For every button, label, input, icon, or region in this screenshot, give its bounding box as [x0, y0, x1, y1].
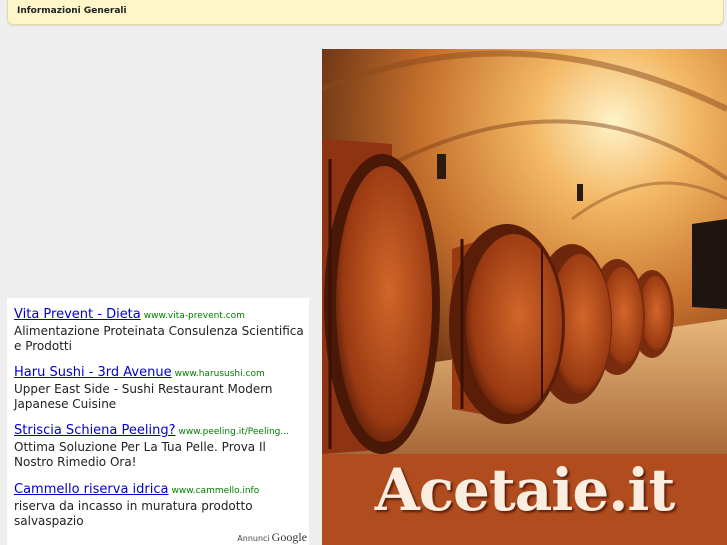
- ad-title-link[interactable]: Cammello riserva idrica: [14, 482, 168, 497]
- ad-block: Vita Prevent - Dieta www.vita-prevent.com…: [7, 298, 309, 545]
- google-logo-text: Google: [271, 530, 307, 544]
- ad-description: Alimentazione Proteinata Consulenza Scie…: [14, 324, 304, 353]
- ads-by-google[interactable]: Annunci Google: [237, 530, 307, 545]
- ad-item: Striscia Schiena Peeling? www.peeling.it/…: [14, 419, 306, 470]
- wine-cellar-barrels-image: [322, 49, 727, 454]
- ad-url[interactable]: www.harusushi.com: [175, 369, 265, 379]
- header-title: Informazioni Generali: [17, 6, 127, 16]
- ad-url[interactable]: www.peeling.it/Peeling...: [179, 427, 289, 437]
- info-header-bar: Informazioni Generali: [7, 0, 724, 25]
- ad-description: riserva da incasso in muratura prodotto …: [14, 499, 253, 528]
- ad-item: Vita Prevent - Dieta www.vita-prevent.com…: [14, 303, 306, 354]
- ad-url[interactable]: www.vita-prevent.com: [144, 311, 245, 321]
- ad-item: Cammello riserva idrica www.cammello.info…: [14, 478, 306, 529]
- lamp-icon: [577, 184, 583, 201]
- acetaie-banner[interactable]: Acetaie.it: [322, 49, 727, 545]
- banner-brand-text[interactable]: Acetaie.it: [322, 456, 727, 524]
- ads-label: Annunci: [237, 534, 270, 543]
- ad-title-link[interactable]: Striscia Schiena Peeling?: [14, 423, 176, 438]
- ad-item: Haru Sushi - 3rd Avenue www.harusushi.com…: [14, 361, 306, 412]
- ad-title-link[interactable]: Haru Sushi - 3rd Avenue: [14, 365, 172, 380]
- lamp-icon: [437, 154, 446, 179]
- ad-description: Ottima Soluzione Per La Tua Pelle. Prova…: [14, 440, 266, 469]
- ad-description: Upper East Side - Sushi Restaurant Moder…: [14, 382, 273, 411]
- ad-url[interactable]: www.cammello.info: [171, 486, 259, 496]
- ad-title-link[interactable]: Vita Prevent - Dieta: [14, 307, 141, 322]
